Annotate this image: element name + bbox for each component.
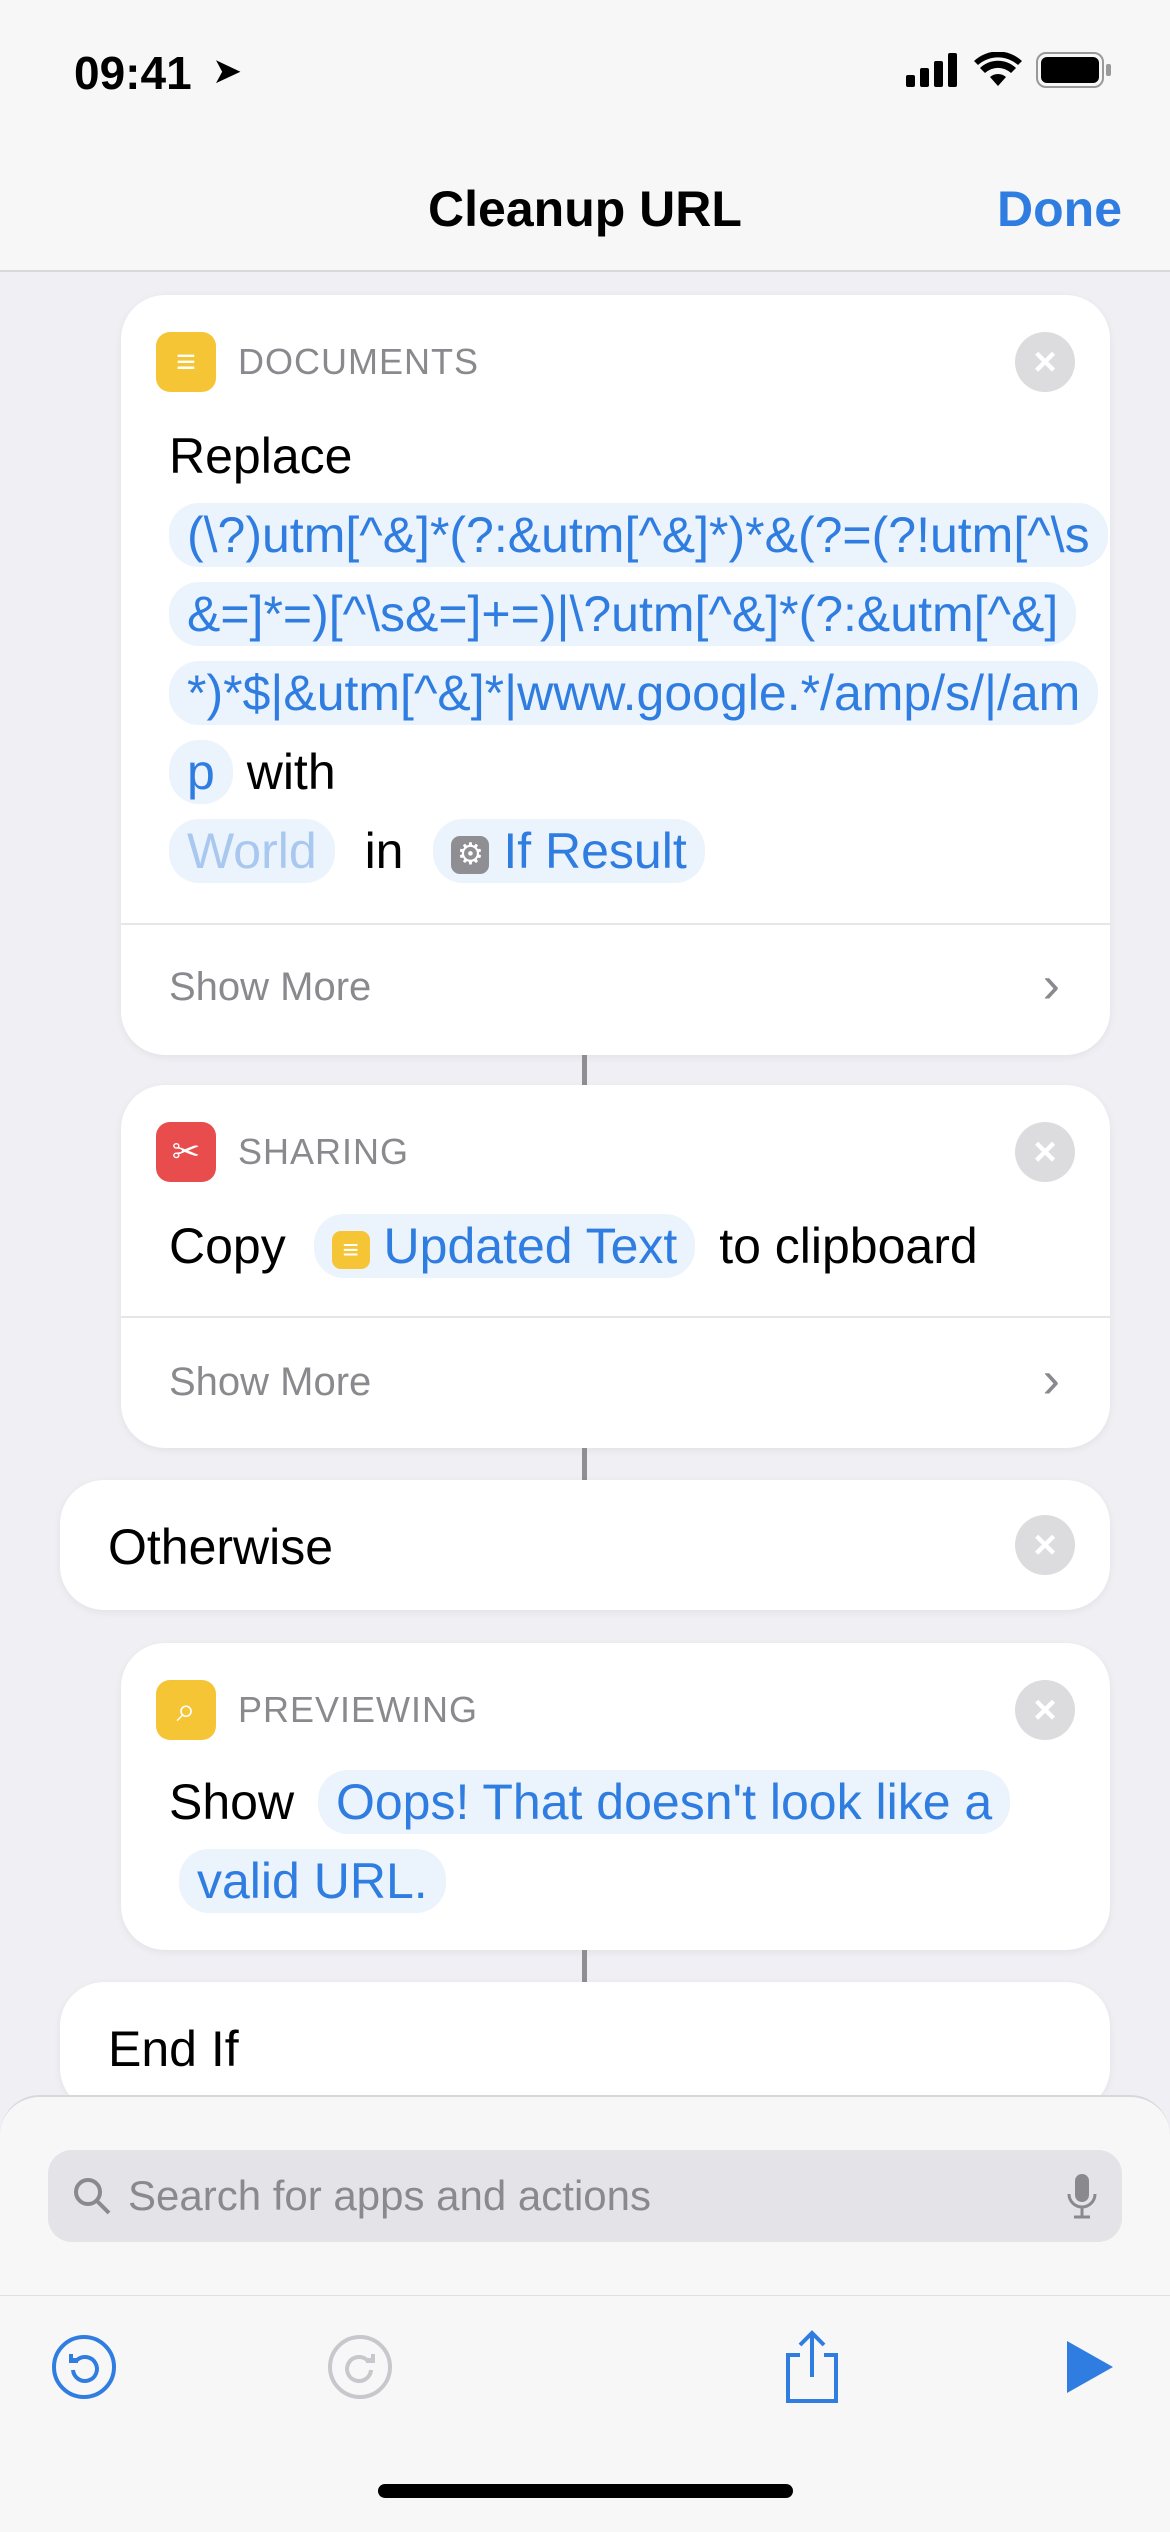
copy-action-card[interactable]: ✂ SHARING × Copy ≡ Updated Text to clipbo… (121, 1085, 1110, 1448)
remove-action-button[interactable]: × (1015, 1122, 1075, 1182)
done-button[interactable]: Done (997, 180, 1122, 238)
end-if-label: End If (108, 2021, 239, 2077)
actions-search-sheet: Search for apps and actions (0, 2095, 1170, 2295)
microphone-icon[interactable] (1066, 2172, 1098, 2220)
documents-icon: ≡ (331, 1230, 370, 1269)
page-title: Cleanup URL (428, 181, 742, 237)
remove-action-button[interactable]: × (1015, 1515, 1075, 1575)
home-indicator (378, 2484, 793, 2498)
search-placeholder: Search for apps and actions (128, 2172, 651, 2219)
preview-icon: ⌕ (156, 1680, 216, 1740)
show-verb: Show (169, 1774, 295, 1830)
otherwise-block[interactable]: Otherwise × (60, 1480, 1110, 1610)
share-icon (786, 2330, 838, 2403)
search-input[interactable]: Search for apps and actions (48, 2150, 1122, 2242)
remove-action-button[interactable]: × (1015, 332, 1075, 392)
show-action-card[interactable]: ⌕ PREVIEWING × Show Oops! That doesn't lo… (121, 1643, 1110, 1950)
connector-line (582, 1448, 587, 1480)
redo-button[interactable] (325, 2332, 395, 2402)
navigation-bar: Cleanup URL Done (0, 140, 1170, 272)
connector-line (582, 1950, 587, 1982)
share-button[interactable] (777, 2330, 847, 2403)
undo-icon (52, 2335, 116, 2399)
replace-action-card[interactable]: ≡ DOCUMENTS × Replace (\?)utm[^&]*(?:&utm… (121, 295, 1110, 1055)
scissors-icon: ✂ (156, 1122, 216, 1182)
show-more-button[interactable]: Show More (169, 965, 371, 1010)
otherwise-label: Otherwise (108, 1519, 334, 1575)
gear-icon: ⚙ (451, 835, 490, 874)
documents-icon: ≡ (156, 332, 216, 392)
clock: 09:41 (74, 47, 192, 99)
in-label: in (364, 823, 404, 879)
search-icon (74, 2178, 111, 2215)
action-category: PREVIEWING (238, 1689, 479, 1730)
updated-text-variable[interactable]: ≡ Updated Text (313, 1214, 696, 1278)
battery-icon (1036, 52, 1111, 88)
remove-action-button[interactable]: × (1015, 1680, 1075, 1740)
connector-line (582, 1055, 587, 1085)
action-category: SHARING (238, 1131, 410, 1172)
chevron-right-icon: › (1042, 956, 1060, 1014)
play-icon (1067, 2341, 1113, 2393)
signal-icon (906, 53, 957, 87)
wifi-icon (974, 52, 1022, 86)
replacement-field[interactable]: World (169, 819, 335, 883)
redo-icon (328, 2335, 392, 2399)
run-button[interactable] (1055, 2332, 1125, 2402)
undo-button[interactable] (49, 2332, 119, 2402)
end-if-block[interactable]: End If (60, 1982, 1110, 2112)
divider (121, 1316, 1110, 1318)
chevron-right-icon: › (1042, 1351, 1060, 1409)
copy-verb: Copy (169, 1218, 286, 1274)
variable-label: Updated Text (383, 1218, 678, 1274)
action-category: DOCUMENTS (238, 341, 479, 382)
status-bar: 09:41 ➤ (0, 0, 1170, 140)
if-result-variable[interactable]: ⚙ If Result (433, 819, 705, 883)
variable-label: If Result (503, 823, 687, 879)
copy-suffix: to clipboard (719, 1218, 978, 1274)
divider (121, 923, 1110, 925)
show-more-button[interactable]: Show More (169, 1360, 371, 1405)
with-label: with (246, 744, 336, 800)
location-icon: ➤ (212, 50, 243, 91)
replace-verb: Replace (169, 428, 353, 484)
message-token[interactable]: Oops! That doesn't look like a valid URL… (179, 1770, 1011, 1913)
